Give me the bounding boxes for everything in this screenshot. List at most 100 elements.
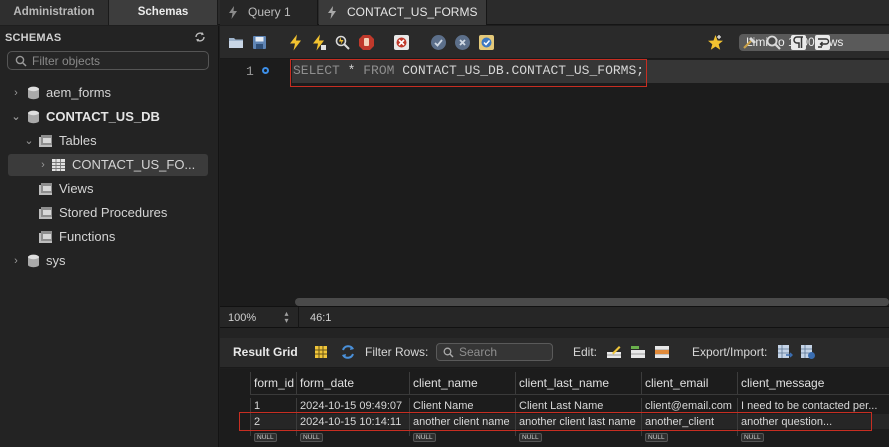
- chevron-right-icon[interactable]: ›: [38, 154, 48, 176]
- database-icon: [28, 110, 39, 124]
- sql-editor[interactable]: 1 SELECT * FROM CONTACT_US_DB.CONTACT_US…: [220, 59, 889, 306]
- tab-administration[interactable]: Administration: [0, 0, 109, 25]
- delete-row-icon[interactable]: [654, 344, 670, 360]
- edit-row-icon[interactable]: [606, 344, 622, 360]
- sidebar-title: SCHEMAS: [5, 32, 62, 44]
- top-tab-bar: Administration Schemas Query 1 CONTACT_U…: [0, 0, 889, 25]
- lightning-icon: [328, 6, 336, 19]
- column-header-client-email[interactable]: client_email: [641, 372, 737, 394]
- tree-item-label: Stored Procedures: [59, 205, 168, 220]
- result-grid[interactable]: form_id form_date client_name client_las…: [220, 369, 889, 447]
- execute-current-icon[interactable]: [310, 34, 327, 51]
- chevron-down-icon[interactable]: ⌄: [24, 130, 34, 152]
- tree-item-label: Views: [59, 181, 94, 196]
- export-icon[interactable]: [777, 344, 793, 360]
- toggle-error-icon[interactable]: [393, 34, 410, 51]
- autocommit-icon[interactable]: [478, 34, 495, 51]
- chevron-right-icon[interactable]: ›: [11, 250, 21, 272]
- filter-objects-field[interactable]: [7, 51, 209, 70]
- column-header-client-name[interactable]: client_name: [409, 372, 515, 394]
- refresh-icon[interactable]: [340, 344, 356, 360]
- null-badge: NULL: [254, 433, 277, 442]
- null-badge: NULL: [645, 433, 668, 442]
- execute-icon[interactable]: [287, 34, 304, 51]
- null-badge: NULL: [413, 433, 436, 442]
- tree-item-label: aem_forms: [46, 85, 112, 100]
- status-divider: [298, 307, 299, 328]
- chevron-right-icon[interactable]: ›: [11, 82, 21, 104]
- explain-icon[interactable]: [334, 34, 351, 51]
- commit-icon[interactable]: [430, 34, 447, 51]
- tree-item-tables[interactable]: ⌄ Tables: [8, 130, 208, 152]
- zoom-stepper-icon[interactable]: ▴ ▾: [282, 310, 291, 325]
- filter-rows-input[interactable]: [459, 345, 549, 359]
- tab-schemas[interactable]: Schemas: [109, 0, 218, 25]
- beautify-icon[interactable]: [741, 34, 758, 51]
- word-wrap-icon[interactable]: [814, 34, 831, 51]
- folder-icon: [39, 207, 52, 219]
- find-icon[interactable]: [765, 34, 782, 51]
- tree-item-label: CONTACT_US_FO...: [72, 157, 196, 172]
- result-grid-label: Result Grid: [233, 345, 298, 359]
- refresh-schemas-icon[interactable]: [194, 31, 206, 43]
- edit-label: Edit:: [573, 345, 598, 359]
- folder-icon: [39, 135, 52, 147]
- add-snippet-icon[interactable]: [707, 34, 724, 51]
- results-toolbar: Result Grid Filter Rows: Edit: Export/Im…: [220, 338, 889, 368]
- zoom-level: 100%: [228, 312, 257, 324]
- database-icon: [28, 86, 39, 100]
- table-icon: [52, 159, 65, 171]
- tree-item-stored-procedures[interactable]: Stored Procedures: [8, 202, 208, 224]
- database-icon: [28, 254, 39, 268]
- column-header-client-message[interactable]: client_message: [737, 372, 889, 394]
- search-icon: [443, 347, 454, 358]
- result-grid-icon[interactable]: [313, 344, 329, 360]
- lightning-icon: [229, 6, 237, 19]
- import-icon[interactable]: [800, 344, 816, 360]
- editor-status-bar: 100% ▴ ▾ 46:1: [220, 306, 889, 328]
- add-row-icon[interactable]: [630, 344, 646, 360]
- chevron-down-icon[interactable]: ⌄: [11, 106, 21, 128]
- sql-highlight-box: [290, 59, 647, 87]
- folder-icon: [39, 231, 52, 243]
- statement-marker-icon: [262, 67, 269, 74]
- row-highlight-box: [239, 412, 872, 431]
- column-header-form-date[interactable]: form_date: [296, 372, 409, 394]
- tab-query-1[interactable]: Query 1: [220, 0, 318, 25]
- filter-objects-input[interactable]: [32, 53, 202, 68]
- tree-item-views[interactable]: Views: [8, 178, 208, 200]
- stop-icon[interactable]: [358, 34, 375, 51]
- rollback-icon[interactable]: [454, 34, 471, 51]
- open-file-icon[interactable]: [228, 34, 245, 51]
- tree-item-aem-forms[interactable]: › aem_forms: [8, 82, 208, 104]
- tab-contact-us-forms[interactable]: CONTACT_US_FORMS: [319, 0, 487, 25]
- column-header-client-last-name[interactable]: client_last_name: [515, 372, 641, 394]
- cursor-position: 46:1: [310, 312, 332, 324]
- tree-item-functions[interactable]: Functions: [8, 226, 208, 248]
- tab-label: Query 1: [248, 5, 291, 19]
- tab-label: CONTACT_US_FORMS: [347, 5, 478, 19]
- null-badge: NULL: [741, 433, 764, 442]
- tree-item-label: CONTACT_US_DB: [46, 109, 160, 124]
- header-divider: [250, 394, 889, 395]
- column-header-form-id[interactable]: form_id: [250, 372, 296, 394]
- invisible-chars-icon[interactable]: [790, 34, 807, 51]
- tree-item-label: Functions: [59, 229, 116, 244]
- null-badge: NULL: [519, 433, 542, 442]
- tree-item-contact-us-forms-table[interactable]: › CONTACT_US_FO...: [8, 154, 208, 176]
- search-icon: [15, 55, 27, 67]
- panel-separator[interactable]: [220, 328, 889, 338]
- tree-item-contact-us-db[interactable]: ⌄ CONTACT_US_DB: [8, 106, 208, 128]
- filter-rows-field[interactable]: [436, 343, 553, 361]
- save-icon[interactable]: [251, 34, 268, 51]
- filter-rows-label: Filter Rows:: [365, 345, 429, 359]
- export-import-label: Export/Import:: [692, 345, 768, 359]
- tree-item-sys[interactable]: › sys: [8, 250, 208, 272]
- tree-item-label: sys: [46, 253, 66, 268]
- line-number: 1: [246, 64, 254, 79]
- folder-icon: [39, 183, 52, 195]
- null-badge: NULL: [300, 433, 323, 442]
- horizontal-scrollbar[interactable]: [295, 298, 889, 306]
- editor-toolbar: Limit to 1000 rows ▴▾: [220, 26, 889, 59]
- tree-item-label: Tables: [59, 133, 97, 148]
